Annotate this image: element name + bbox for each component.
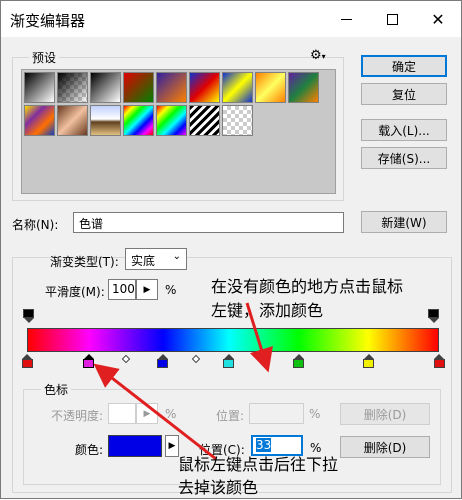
- reset-button[interactable]: 复位: [361, 83, 447, 105]
- smoothness-dropdown-button[interactable]: ▶: [136, 279, 158, 300]
- position-value: 33: [256, 438, 272, 452]
- window-title: 渐变编辑器: [10, 12, 86, 30]
- name-label: 名称(N):: [12, 218, 59, 232]
- opacity-stop-right[interactable]: [428, 309, 439, 323]
- color-stop[interactable]: [83, 354, 95, 368]
- color-stops-track[interactable]: [21, 354, 445, 372]
- presets-menu-button[interactable]: ⚙▾: [310, 48, 326, 63]
- title-bar: 渐变编辑器 ✕: [1, 1, 461, 37]
- preset-swatch-foreground-to-background[interactable]: [24, 72, 55, 103]
- gradient-type-select[interactable]: 实底 ⌄: [125, 248, 187, 270]
- smoothness-unit: %: [165, 283, 177, 297]
- triangle-right-icon: ▶: [168, 441, 176, 451]
- smoothness-label: 平滑度(M):: [45, 285, 105, 299]
- midpoint-marker[interactable]: [191, 354, 201, 364]
- opacity-unit: %: [165, 407, 177, 421]
- position-input[interactable]: 33: [251, 435, 303, 456]
- preset-swatch-spectrum[interactable]: [123, 105, 154, 136]
- annotation-remove-color-line1: 鼠标左键点击后往下拉: [178, 455, 339, 474]
- color-stop[interactable]: [433, 354, 445, 368]
- save-button[interactable]: 存储(S)...: [361, 147, 447, 169]
- color-stop[interactable]: [363, 354, 375, 368]
- color-stop[interactable]: [293, 354, 305, 368]
- minimize-button[interactable]: [323, 1, 369, 37]
- opacity-stop-left[interactable]: [23, 309, 34, 323]
- preset-swatch-transparent-stripes[interactable]: [189, 105, 220, 136]
- color-stop-label: 色标: [41, 381, 72, 398]
- preset-swatch-blue-yellow-blue[interactable]: [222, 72, 253, 103]
- chevron-down-icon: ▾: [321, 52, 326, 61]
- preset-swatch-yellow-violet-orange-blue[interactable]: [24, 105, 55, 136]
- minimize-icon: [340, 18, 352, 20]
- delete-color-stop-button[interactable]: 删除(D): [340, 436, 430, 458]
- ok-button[interactable]: 确定: [361, 55, 447, 77]
- presets-label: 预设: [29, 49, 60, 66]
- preset-swatch-red-green[interactable]: [123, 72, 154, 103]
- gradient-editor-window: 渐变编辑器 ✕ 预设 ⚙▾ 确定 复位 载入(L)... 存储(S)... 名称…: [0, 0, 462, 499]
- color-stop[interactable]: [157, 354, 169, 368]
- annotation-remove-color-line2: 去掉该颜色: [178, 478, 259, 497]
- preset-swatch-violet-green-orange[interactable]: [288, 72, 319, 103]
- position-unit: %: [310, 441, 322, 455]
- preset-swatch-blue-red-yellow[interactable]: [189, 72, 220, 103]
- opacity-position-label: 位置:: [216, 409, 245, 423]
- maximize-button[interactable]: [369, 1, 415, 37]
- delete-opacity-stop-button[interactable]: 删除(D): [340, 403, 430, 425]
- annotation-add-color-line1: 在没有颜色的地方点击鼠标: [211, 277, 404, 296]
- preset-swatch-transparent[interactable]: [222, 105, 253, 136]
- name-input[interactable]: 色谱: [73, 212, 344, 233]
- opacity-dropdown-button[interactable]: ▶: [136, 403, 158, 424]
- maximize-icon: [386, 13, 398, 25]
- opacity-input[interactable]: [108, 403, 136, 424]
- load-button[interactable]: 载入(L)...: [361, 119, 447, 141]
- preset-swatch-chrome[interactable]: [90, 105, 121, 136]
- gradient-bar[interactable]: [27, 328, 439, 352]
- color-swatch[interactable]: [108, 435, 162, 457]
- preset-swatch-violet-orange[interactable]: [156, 72, 187, 103]
- midpoint-marker[interactable]: [121, 354, 131, 364]
- close-icon: ✕: [431, 9, 445, 29]
- color-label: 颜色:: [75, 443, 104, 457]
- chevron-down-icon: ⌄: [172, 251, 181, 262]
- preset-swatch-copper[interactable]: [57, 105, 88, 136]
- color-stop[interactable]: [223, 354, 235, 368]
- color-menu-button[interactable]: ▶: [165, 435, 179, 457]
- gear-icon: ⚙: [310, 48, 322, 63]
- preset-swatch-orange-yellow-orange[interactable]: [255, 72, 286, 103]
- gradient-type-value: 实底: [131, 254, 156, 268]
- annotation-add-color-line2: 左键，添加颜色: [211, 301, 324, 320]
- triangle-right-icon: ▶: [143, 284, 151, 295]
- preset-swatch-grid: [21, 69, 336, 194]
- preset-swatch-transparent-rainbow[interactable]: [156, 105, 187, 136]
- opacity-position-unit: %: [309, 407, 321, 421]
- close-button[interactable]: ✕: [415, 1, 461, 37]
- smoothness-input[interactable]: 100: [108, 279, 136, 300]
- gradient-type-label: 渐变类型(T):: [50, 255, 119, 269]
- color-stop[interactable]: [21, 354, 33, 368]
- new-button[interactable]: 新建(W): [361, 211, 447, 233]
- opacity-label: 不透明度:: [51, 409, 104, 423]
- triangle-right-icon: ▶: [143, 408, 151, 419]
- preset-swatch-foreground-to-transparent[interactable]: [57, 72, 88, 103]
- opacity-position-input[interactable]: [249, 403, 304, 424]
- preset-swatch-black-white[interactable]: [90, 72, 121, 103]
